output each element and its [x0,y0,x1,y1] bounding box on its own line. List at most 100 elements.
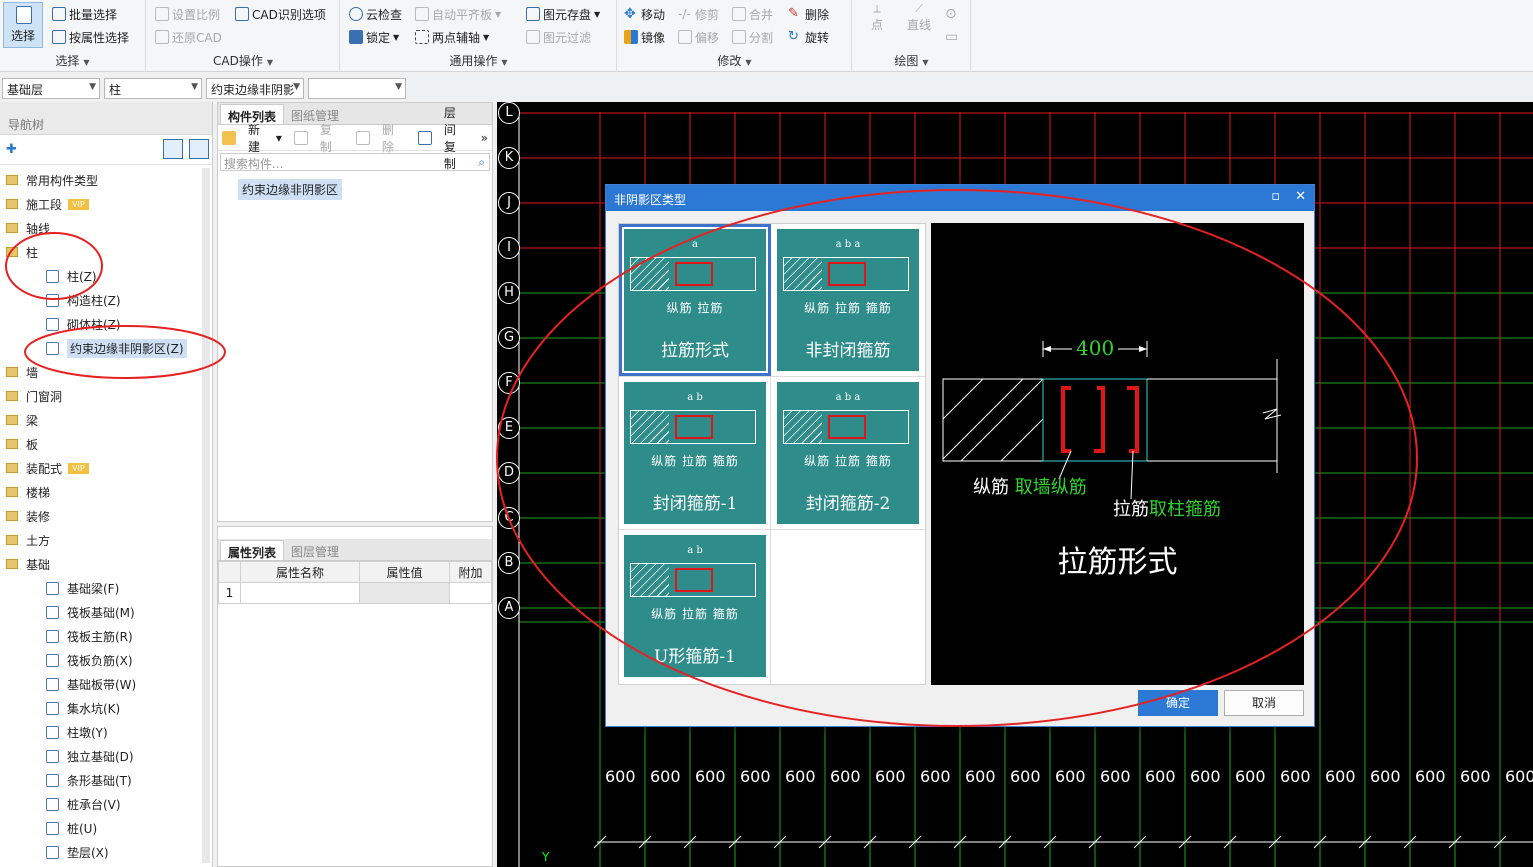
select-by-attr-button[interactable]: 按属性选择 [52,27,129,47]
tree-leaf[interactable]: 柱墩(Y) [0,721,205,743]
detail-view-icon[interactable] [189,139,209,159]
floor-select[interactable]: 基础层 ▼ [2,78,100,99]
component-select[interactable]: 约束边缘非阴影 ▼ [206,78,304,99]
table-row[interactable]: 1 [218,582,492,604]
rotate-button[interactable]: ↻ 旋转 [788,27,829,47]
tree-leaf[interactable]: 砌体柱(Z) [0,313,205,335]
auto-align-button[interactable]: 自动平齐板 ▼ [415,4,501,24]
mirror-button[interactable]: 镜像 [624,27,665,47]
copy-button[interactable]: 复制 [293,121,344,155]
line-button[interactable]: ⟋ 直线 [907,2,931,34]
component-search-input[interactable]: 搜索构件... ⌕ [220,153,490,171]
preview-label-tie: 拉筋取柱箍筋 [1113,499,1221,520]
modify-group-label[interactable]: 修改 ▼ [618,52,851,69]
tree-leaf[interactable]: 筏板负筋(X) [0,649,205,671]
select-group-label[interactable]: 选择 ▼ [0,52,145,69]
tree-leaf[interactable]: 约束边缘非阴影区(Z) [0,337,205,359]
merge-button[interactable]: 合并 [732,4,773,24]
blank-select[interactable]: ▼ [308,78,406,99]
point-button[interactable]: ⟂ 点 [871,2,883,34]
tree-leaf[interactable]: 桩(U) [0,817,205,839]
lock-button[interactable]: 锁定 ▼ [349,27,399,47]
tree-folder[interactable]: 轴线 [0,217,205,239]
tab-layer-management[interactable]: 图层管理 [284,540,346,560]
option-tile[interactable]: a b a 纵筋 拉筋 箍筋 封闭箍筋-2 [777,382,919,524]
save-element-button[interactable]: 图元存盘 ▼ [526,4,600,24]
option-name: 非封闭箍筋 [805,341,891,361]
option-tile[interactable]: a b 纵筋 拉筋 箍筋 封闭箍筋-1 [624,382,766,524]
tree-folder[interactable]: 楼梯 [0,481,205,503]
general-group-label[interactable]: 通用操作 ▼ [341,52,616,69]
extra-cell[interactable] [449,582,492,604]
tree-leaf[interactable]: 独立基础(D) [0,745,205,767]
option-tile[interactable]: a b 纵筋 拉筋 箍筋 U形箍筋-1 [624,535,766,677]
tree-leaf[interactable]: 集水坑(K) [0,697,205,719]
tree-folder[interactable]: 装修 [0,505,205,527]
dimension-row: 600 600 600 600 600 600 600 600 600 600 600 600 600 6… [605,767,1533,786]
split-button[interactable]: 分割 [732,27,773,47]
nav-scrollbar[interactable] [202,168,210,863]
tree-folder[interactable]: 装配式 VIP [0,457,205,479]
select-button[interactable]: 选择 [3,2,43,48]
move-button[interactable]: ✥ 移动 [624,4,665,24]
tree-leaf[interactable]: 筏板基础(M) [0,601,205,623]
category-select[interactable]: 柱 ▼ [104,78,202,99]
set-scale-button[interactable]: 设置比例 [155,4,220,24]
close-icon[interactable]: ✕ [1295,189,1306,204]
tree-folder[interactable]: 基础 [0,553,205,575]
tree-leaf[interactable]: 构造柱(Z) [0,289,205,311]
more-icon[interactable]: » [481,131,488,145]
tree-folder[interactable]: 柱 [0,241,205,263]
maximize-icon[interactable]: ▫ [1271,189,1280,204]
tree-folder[interactable]: 常用构件类型 [0,169,205,191]
add-icon[interactable]: ✚ [6,142,17,157]
tab-property-list[interactable]: 属性列表 [220,540,285,560]
tree-leaf[interactable]: 基础板带(W) [0,673,205,695]
tree-folder[interactable]: 施工段 VIP [0,193,205,215]
component-icon [46,797,59,811]
tree-folder[interactable]: 墙 [0,361,205,383]
new-button[interactable]: 新建 ▾ [222,121,282,155]
tree-leaf[interactable]: 条形基础(T) [0,769,205,791]
axis-icon [415,30,429,44]
cad-group-label[interactable]: CAD操作 ▼ [147,52,339,69]
batch-select-button[interactable]: 批量选择 [52,4,117,24]
folder-icon [6,223,18,233]
cad-options-button[interactable]: CAD识别选项 [235,4,326,24]
draw-group-label[interactable]: 绘图 ▼ [853,52,970,69]
rect-button[interactable]: ▭ [945,27,958,47]
tree-leaf[interactable]: 柱(Z) [0,265,205,287]
tree-leaf[interactable]: 筏板主筋(R) [0,625,205,647]
scale-icon [155,7,169,21]
option-tile[interactable]: a b a 纵筋 拉筋 箍筋 非封闭箍筋 [777,229,919,371]
tree-folder[interactable]: 门窗洞 [0,385,205,407]
property-name-cell[interactable] [239,582,361,604]
tree-leaf[interactable]: 基础梁(F) [0,577,205,599]
tree-folder[interactable]: 梁 [0,409,205,431]
delete-component-button[interactable]: 删除 [355,121,406,155]
option-dimension: a b a [835,239,861,250]
trim-button[interactable]: -/- 修剪 [678,4,719,24]
list-view-icon[interactable] [163,139,183,159]
tree-label: 基础梁(F) [67,581,120,596]
tree-leaf[interactable]: 桩承台(V) [0,793,205,815]
option-tile[interactable]: a 纵筋 拉筋 拉筋形式 [619,224,771,376]
cancel-button[interactable]: 取消 [1224,690,1304,716]
tree-label: 装配式 [26,461,63,476]
ok-button[interactable]: 确定 [1138,690,1218,716]
search-icon[interactable]: ⌕ [478,155,485,170]
two-point-axis-button[interactable]: 两点辅轴 ▼ [415,27,489,47]
tree-folder[interactable]: 土方 [0,529,205,551]
cloud-check-button[interactable]: 云检查 [349,4,402,24]
property-value-cell[interactable] [359,582,450,604]
element-filter-button[interactable]: 图元过滤 [526,27,591,47]
tree-folder[interactable]: 板 [0,433,205,455]
option-diagram [630,563,756,597]
restore-cad-button[interactable]: 还原CAD [155,27,222,47]
delete-button[interactable]: ✎ 删除 [788,4,829,24]
tree-label: 桩(U) [67,821,98,836]
circle-button[interactable]: ⊙ [945,4,957,24]
offset-button[interactable]: 偏移 [678,27,719,47]
component-item[interactable]: 约束边缘非阴影区 [238,179,343,200]
tree-leaf[interactable]: 垫层(X) [0,841,205,863]
